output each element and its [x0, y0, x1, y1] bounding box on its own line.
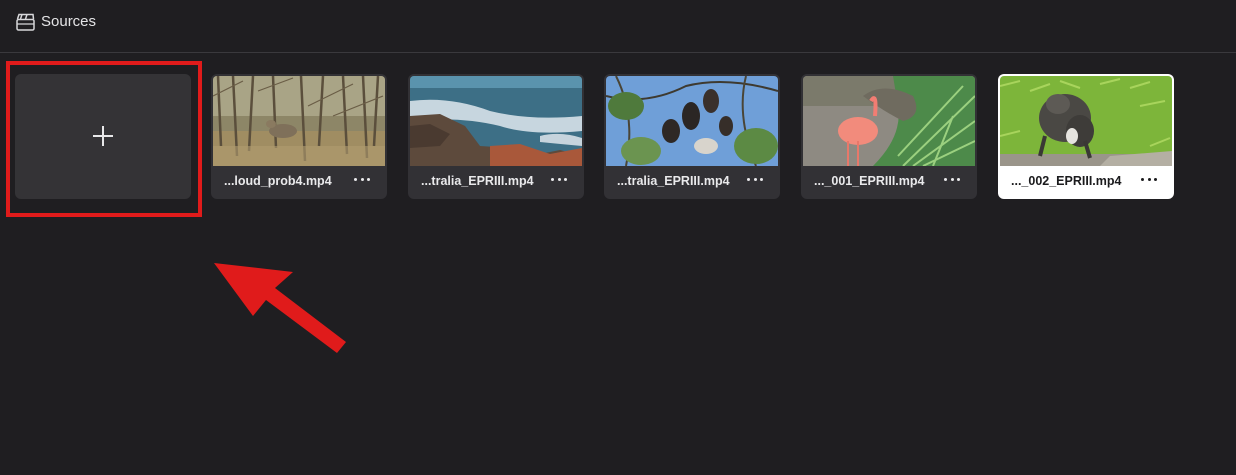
more-options-icon[interactable] — [941, 173, 963, 187]
source-card-selected[interactable]: ..._002_EPRIII.mp4 — [998, 74, 1174, 199]
video-thumbnail-flamingo — [803, 76, 975, 166]
source-card[interactable]: ...loud_prob4.mp4 — [211, 74, 387, 199]
source-filename: ..._001_EPRIII.mp4 — [814, 174, 925, 188]
more-options-icon[interactable] — [744, 173, 766, 187]
source-filename: ...loud_prob4.mp4 — [224, 174, 332, 188]
source-filename: ...tralia_EPRIII.mp4 — [617, 174, 730, 188]
source-card[interactable]: ...tralia_EPRIII.mp4 — [604, 74, 780, 199]
panel-title: Sources — [41, 13, 97, 30]
source-filename: ..._002_EPRIII.mp4 — [1011, 174, 1122, 188]
add-button-highlight-box — [6, 61, 202, 217]
source-filename: ...tralia_EPRIII.mp4 — [421, 174, 534, 188]
video-thumbnail-deer — [213, 76, 385, 166]
more-options-icon[interactable] — [351, 173, 373, 187]
video-thumbnail-coast — [410, 76, 582, 166]
source-card[interactable]: ...tralia_EPRIII.mp4 — [408, 74, 584, 199]
sources-header: Sources — [0, 0, 1236, 53]
annotation-arrow-icon — [214, 263, 346, 353]
video-thumbnail-bats — [606, 76, 778, 166]
more-options-icon[interactable] — [1138, 173, 1160, 187]
more-options-icon[interactable] — [548, 173, 570, 187]
video-thumbnail-lemur — [1000, 76, 1172, 166]
clapperboard-icon — [16, 13, 35, 31]
source-card[interactable]: ..._001_EPRIII.mp4 — [801, 74, 977, 199]
